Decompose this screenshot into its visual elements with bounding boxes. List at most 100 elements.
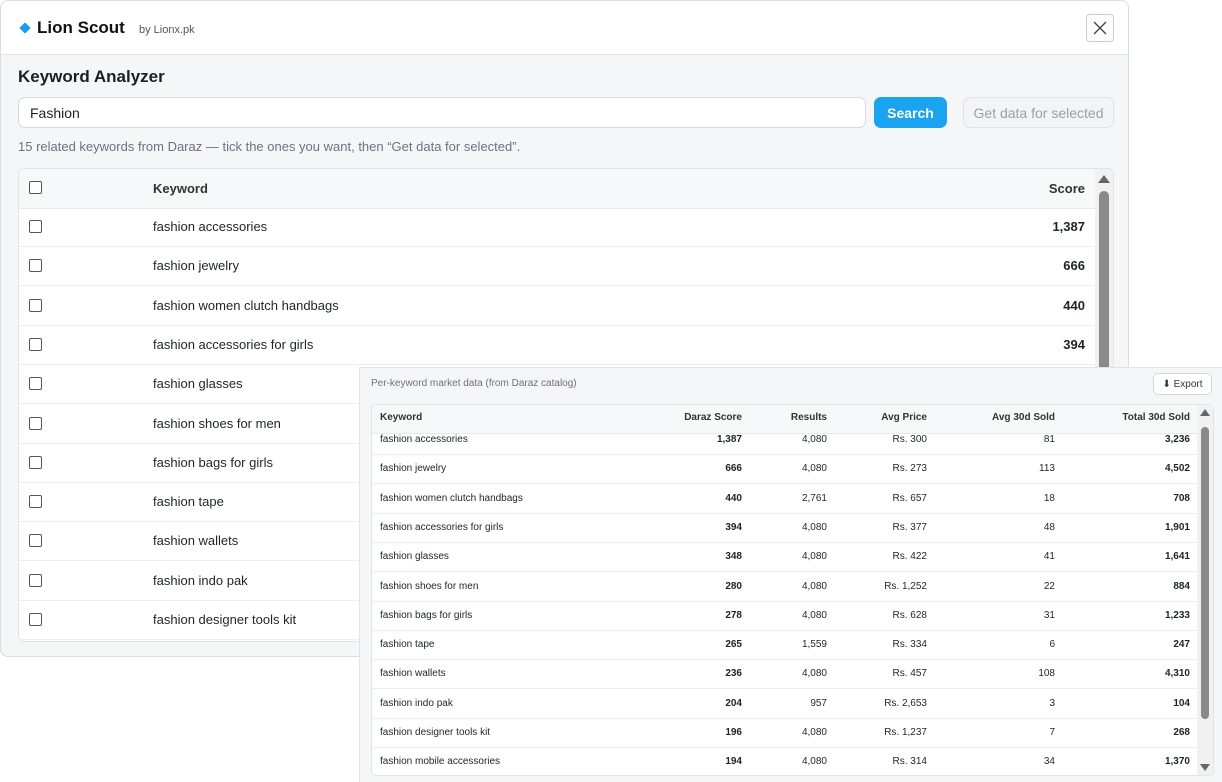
cell-results: 957 — [810, 697, 827, 709]
cell-keyword: fashion glasses — [380, 551, 449, 563]
cell-daraz-score: 196 — [725, 727, 742, 738]
keyword-checkbox[interactable] — [29, 377, 42, 391]
scroll-up-arrow-icon[interactable] — [1098, 175, 1110, 183]
close-button[interactable] — [1086, 14, 1114, 42]
cell-keyword: fashion jewelry — [380, 463, 447, 475]
cell-results: 1,559 — [801, 639, 827, 651]
scrollbar-thumb[interactable] — [1099, 191, 1109, 381]
diamond-logo-icon — [19, 22, 31, 34]
cell-keyword: fashion shoes for men — [380, 580, 479, 592]
keyword-label: fashion tape — [153, 494, 224, 510]
keyword-checkbox[interactable] — [29, 455, 42, 469]
keyword-search-input[interactable] — [18, 97, 866, 128]
cell-avg-price: Rs. 314 — [892, 756, 927, 768]
column-header-score: Score — [1048, 181, 1085, 196]
cell-avg-price: Rs. 334 — [892, 639, 927, 651]
keyword-checkbox[interactable] — [29, 573, 42, 587]
table-row: fashion wallets 236 4,080 Rs. 457 108 4,310 — [372, 660, 1198, 690]
cell-avg-price: Rs. 1,252 — [884, 580, 927, 592]
keyword-label: fashion women clutch handbags — [153, 297, 339, 313]
keyword-score: 440 — [1063, 297, 1085, 313]
cell-results: 2,761 — [801, 492, 827, 504]
table-row: fashion tape 265 1,559 Rs. 334 6 247 — [372, 631, 1198, 661]
cell-total-30d-sold: 1,370 — [1164, 756, 1190, 768]
table-row: fashion women clutch handbags 440 2,761 Rs.… — [372, 485, 1198, 514]
cell-keyword: fashion women clutch handbags — [380, 492, 523, 504]
search-button[interactable]: Search — [874, 97, 947, 128]
column-header-keyword: Keyword — [380, 412, 423, 423]
market-table-body: fashion accessories 1,387 4,080 Rs. 300 81 3,… — [372, 433, 1198, 775]
table-row: fashion indo pak 204 957 Rs. 2,653 3 104 — [372, 690, 1198, 719]
cell-daraz-score: 265 — [725, 639, 742, 651]
scrollbar-thumb[interactable] — [1201, 427, 1209, 719]
cell-keyword: fashion indo pak — [380, 697, 453, 709]
keyword-row[interactable]: fashion women clutch handbags 440 — [19, 287, 1097, 326]
keyword-score: 1,387 — [1052, 219, 1085, 234]
cell-avg-price: Rs. 657 — [892, 492, 927, 504]
keyword-row[interactable]: fashion accessories for girls 394 — [19, 326, 1097, 365]
column-header-avg-30d-sold: Avg 30d Sold — [992, 412, 1055, 423]
cell-avg-price: Rs. 300 — [892, 434, 927, 445]
cell-avg-30d-sold: 41 — [1043, 551, 1055, 563]
keyword-checkbox[interactable] — [29, 220, 42, 233]
cell-results: 4,080 — [801, 463, 827, 475]
cell-keyword: fashion mobile accessories — [380, 756, 501, 768]
keyword-checkbox[interactable] — [29, 495, 42, 509]
scroll-down-arrow-icon[interactable] — [1200, 764, 1210, 771]
cell-total-30d-sold: 4,502 — [1164, 463, 1190, 475]
cell-avg-price: Rs. 628 — [892, 609, 927, 621]
title-bar: Lion Scout by Lionx.pk — [1, 1, 1128, 55]
market-table-scrollbar[interactable] — [1197, 405, 1213, 775]
app-title: Lion Scout — [37, 18, 125, 37]
app-byline: by Lionx.pk — [139, 24, 195, 36]
cell-avg-30d-sold: 113 — [1039, 463, 1055, 475]
keyword-checkbox[interactable] — [29, 259, 42, 273]
select-all-checkbox[interactable] — [29, 181, 42, 194]
keyword-checkbox[interactable] — [29, 416, 42, 430]
cell-daraz-score: 236 — [725, 668, 742, 680]
cell-avg-price: Rs. 422 — [892, 551, 927, 563]
cell-daraz-score: 194 — [725, 756, 742, 768]
cell-avg-price: Rs. 377 — [892, 521, 927, 533]
cell-avg-30d-sold: 22 — [1043, 580, 1055, 592]
export-button[interactable]: ⬇ Export — [1153, 373, 1212, 395]
page-title: Keyword Analyzer — [18, 67, 165, 86]
cell-total-30d-sold: 104 — [1173, 697, 1190, 709]
keyword-score: 666 — [1063, 258, 1085, 274]
cell-avg-30d-sold: 81 — [1043, 434, 1055, 445]
cell-keyword: fashion bags for girls — [380, 609, 473, 621]
cell-total-30d-sold: 1,233 — [1164, 609, 1190, 621]
cell-results: 4,080 — [801, 756, 827, 768]
cell-results: 4,080 — [801, 434, 827, 445]
keyword-checkbox[interactable] — [29, 613, 42, 626]
keyword-row[interactable]: fashion jewelry 666 — [19, 247, 1097, 287]
table-row: fashion accessories for girls 394 4,080 Rs.… — [372, 514, 1198, 543]
keyword-row[interactable]: fashion accessories 1,387 — [19, 208, 1097, 247]
table-row: fashion bags for girls 278 4,080 Rs. 628 31 1… — [372, 602, 1198, 631]
cell-daraz-score: 440 — [725, 492, 742, 504]
cell-total-30d-sold: 4,310 — [1164, 668, 1190, 680]
table-row: fashion accessories 1,387 4,080 Rs. 300 81 3,… — [372, 433, 1198, 455]
cell-daraz-score: 280 — [725, 580, 742, 592]
cell-daraz-score: 1,387 — [716, 434, 742, 445]
keyword-checkbox[interactable] — [29, 337, 42, 351]
scroll-up-arrow-icon[interactable] — [1200, 409, 1210, 416]
column-header-keyword: Keyword — [153, 181, 208, 196]
cell-avg-30d-sold: 31 — [1043, 609, 1055, 621]
table-row: fashion designer tools kit 196 4,080 Rs. 1,… — [372, 719, 1198, 748]
cell-keyword: fashion accessories — [380, 434, 468, 445]
column-header-daraz-score: Daraz Score — [684, 412, 742, 423]
keyword-checkbox[interactable] — [29, 534, 42, 548]
keyword-label: fashion shoes for men — [153, 415, 281, 431]
column-header-avg-price: Avg Price — [881, 412, 927, 423]
keyword-checkbox[interactable] — [29, 298, 42, 312]
get-data-for-selected-button[interactable]: Get data for selected — [963, 97, 1114, 128]
keyword-label: fashion glasses — [153, 376, 243, 392]
cell-results: 4,080 — [801, 551, 827, 563]
cell-avg-30d-sold: 6 — [1049, 639, 1055, 651]
cell-results: 4,080 — [801, 727, 827, 738]
keyword-table-header: Keyword Score — [19, 169, 1097, 209]
column-header-total-30d-sold: Total 30d Sold — [1122, 412, 1190, 423]
cell-results: 4,080 — [801, 609, 827, 621]
market-data-table: Keyword Daraz Score Results Avg Price Av… — [371, 404, 1214, 776]
